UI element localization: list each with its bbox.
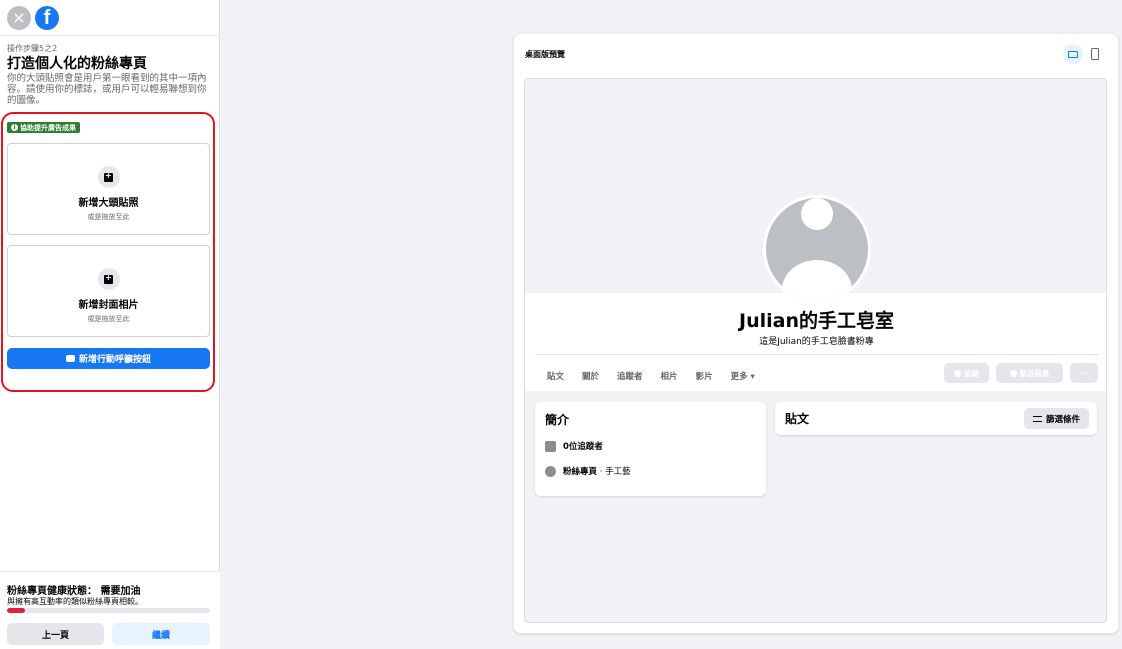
- posts-title: 貼文: [785, 412, 810, 426]
- close-icon[interactable]: ×: [7, 5, 31, 30]
- add-cover-photo-label: 新增封面相片: [78, 300, 139, 311]
- send-message-button[interactable]: 發送訊息: [996, 363, 1063, 383]
- page-health-subtitle: 與擁有高互動率的類似粉絲專頁相較。: [7, 597, 143, 606]
- facebook-logo-icon: f: [35, 5, 59, 30]
- follow-icon: [954, 369, 961, 377]
- info-icon: i: [11, 124, 18, 131]
- add-profile-photo-label: 新增大頭貼照: [78, 198, 139, 209]
- setup-sidebar: × f 操作步驟5之2 打造個人化的粉絲專頁 你的大頭貼照會是用戶第一眼看到的其…: [0, 0, 220, 649]
- cta-icon: [65, 355, 75, 362]
- add-photo-icon: [97, 268, 120, 290]
- filter-label: 篩選條件: [1045, 414, 1080, 425]
- more-options-button[interactable]: ···: [1070, 363, 1098, 383]
- drag-drop-hint: 或是拖放至此: [87, 315, 130, 323]
- messenger-icon: [1009, 369, 1017, 377]
- add-profile-photo-dropzone[interactable]: 新增大頭貼照 或是拖放至此: [7, 143, 210, 235]
- health-progress-bar: [7, 608, 210, 613]
- tab-more[interactable]: 更多 ▾: [731, 370, 755, 382]
- preview-title: 桌面版預覽: [525, 50, 565, 59]
- tab-about[interactable]: 關於: [582, 370, 599, 382]
- ad-result-badge: i 協助提升廣告成果: [7, 122, 80, 133]
- sidebar-footer: 粉絲專頁健康狀態： 需要加油 與擁有高互動率的類似粉絲專頁相較。 上一頁 繼續: [0, 571, 220, 649]
- continue-button[interactable]: 繼續: [112, 623, 210, 645]
- add-cover-photo-dropzone[interactable]: 新增封面相片 或是拖放至此: [7, 245, 210, 337]
- drag-drop-hint: 或是拖放至此: [87, 213, 130, 221]
- previous-button[interactable]: 上一頁: [7, 623, 104, 645]
- badge-label: 協助提升廣告成果: [20, 123, 76, 132]
- posts-card: 貼文 篩選條件: [775, 402, 1097, 435]
- filter-button[interactable]: 篩選條件: [1024, 408, 1089, 429]
- page-type-label: 粉絲專頁: [563, 467, 598, 477]
- send-message-label: 發送訊息: [1019, 368, 1050, 378]
- follow-label: 追蹤: [964, 368, 979, 378]
- page-tabs: 貼文 關於 追蹤者 相片 影片 更多 ▾: [547, 370, 755, 382]
- avatar: [763, 195, 871, 303]
- page-description: 你的大頭貼照會是用戶第一眼看到的其中一項內容。請使用你的標誌，或用戶可以輕易聯想…: [7, 73, 207, 106]
- info-icon: [545, 465, 556, 477]
- checkbox-icon: [545, 440, 556, 452]
- default-avatar-icon: [766, 198, 868, 300]
- tab-videos[interactable]: 影片: [696, 370, 713, 382]
- filter-icon: [1032, 415, 1042, 422]
- health-progress-fill: [7, 608, 26, 613]
- page-name: Julian的手工皂室: [739, 310, 894, 332]
- page-health-title: 粉絲專頁健康狀態： 需要加油: [7, 586, 141, 597]
- desktop-view-icon[interactable]: [1063, 44, 1083, 64]
- tab-posts[interactable]: 貼文: [547, 370, 564, 382]
- tab-photos[interactable]: 相片: [661, 370, 678, 382]
- add-photo-icon: [97, 166, 120, 188]
- page-subtitle: 這是Julian的手工皂臉書粉專: [759, 337, 874, 347]
- page-preview: Julian的手工皂室 這是Julian的手工皂臉書粉專 貼文 關於 追蹤者 相…: [524, 78, 1107, 623]
- followers-count: 0位追蹤者: [563, 442, 603, 452]
- page-title: 打造個人化的粉絲專頁: [7, 56, 147, 72]
- tab-followers[interactable]: 追蹤者: [617, 370, 643, 382]
- mobile-view-icon[interactable]: [1091, 48, 1099, 60]
- header-divider: [535, 354, 1098, 355]
- sidebar-topbar: × f: [0, 0, 219, 36]
- intro-title: 簡介: [545, 413, 570, 427]
- page-category: · 手工藝: [597, 467, 631, 477]
- add-cta-label: 新增行動呼籲按鈕: [78, 355, 151, 365]
- followers-row: 0位追蹤者: [545, 440, 603, 452]
- desktop-preview-card: 桌面版預覽 Julian的手工皂室 這是Julian的手工皂臉書粉專 貼文 關於…: [514, 34, 1118, 633]
- intro-card: 簡介 0位追蹤者 粉絲專頁 · 手工藝: [535, 402, 766, 496]
- page-category-row: 粉絲專頁 · 手工藝: [545, 465, 631, 477]
- add-cta-button[interactable]: 新增行動呼籲按鈕: [7, 348, 210, 369]
- follow-button[interactable]: 追蹤: [944, 363, 989, 383]
